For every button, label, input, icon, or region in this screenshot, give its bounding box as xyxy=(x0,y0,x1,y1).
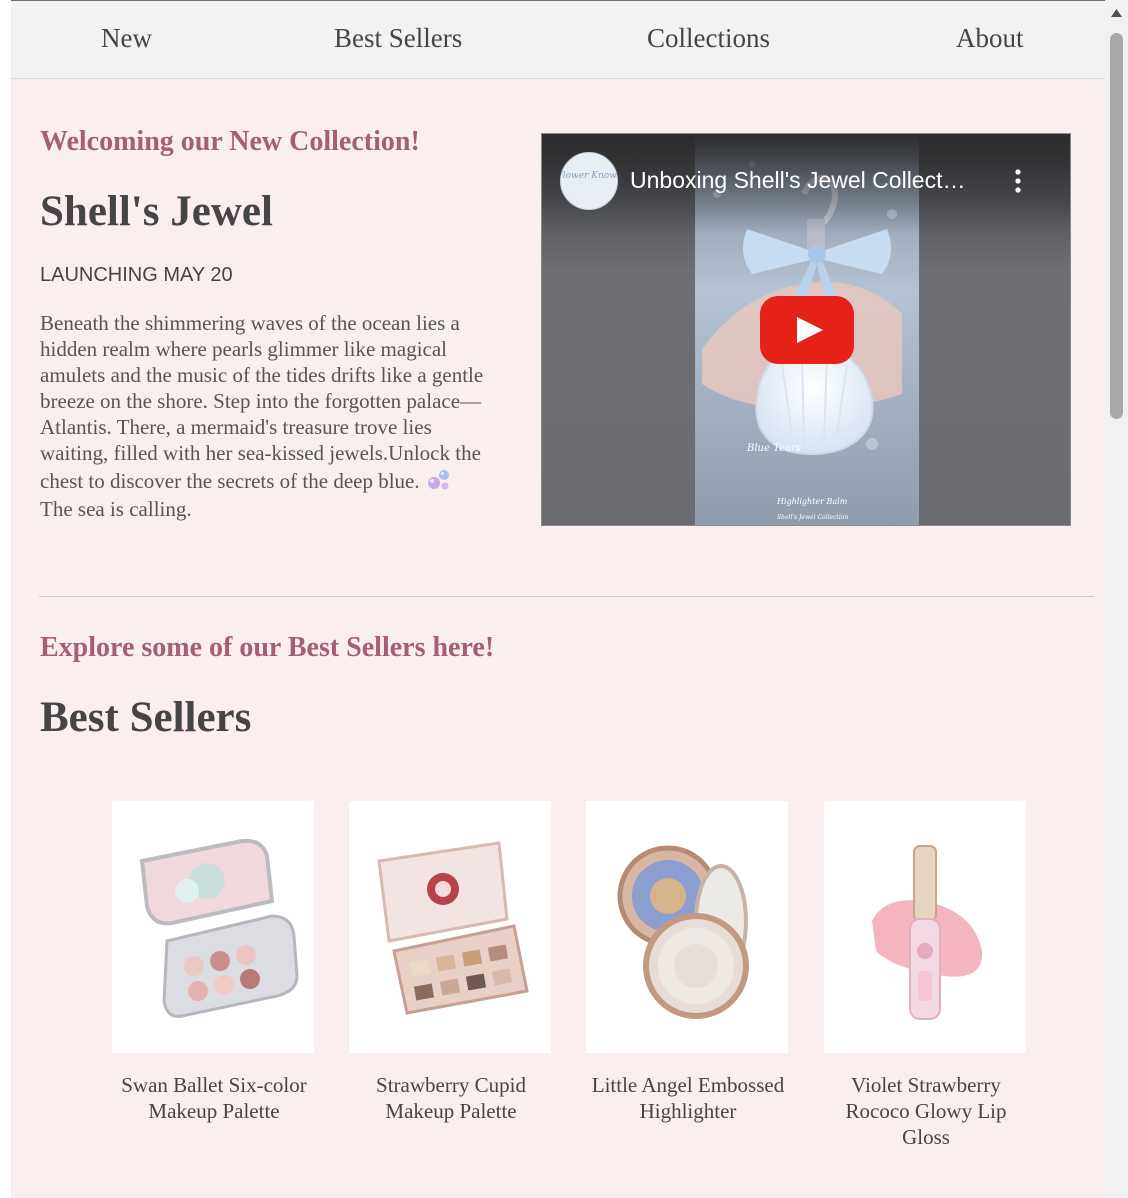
description-line: amulets and the music of the tides drift… xyxy=(40,363,484,387)
product-name[interactable]: Little Angel Embossed Highlighter xyxy=(586,1072,790,1124)
top-nav: New Best Sellers Collections About xyxy=(11,1,1105,79)
description-line: chest to discover the secrets of the dee… xyxy=(40,469,420,493)
product-card[interactable]: Little Angel Embossed Highlighter xyxy=(586,801,790,1124)
product-image-frame[interactable] xyxy=(112,801,314,1053)
description-line: waiting, filled with her sea-kissed jewe… xyxy=(40,441,481,465)
video-overlay-text: Blue Tears xyxy=(746,443,801,454)
description-line: breeze on the shore. Step into the forgo… xyxy=(40,389,482,413)
vertical-scrollbar[interactable] xyxy=(1105,0,1128,1198)
product-card[interactable]: Violet Strawberry Rococo Glowy Lip Gloss xyxy=(824,801,1028,1150)
video-overlay-text: Shell's Jewel Collection xyxy=(777,514,848,521)
nav-item-collections[interactable]: Collections xyxy=(647,23,770,54)
description-line: The sea is calling. xyxy=(40,497,192,521)
product-image-frame[interactable] xyxy=(824,801,1026,1053)
product-name-line: Strawberry Cupid xyxy=(376,1073,526,1097)
best-sellers-title: Best Sellers xyxy=(40,694,252,741)
svg-text:Flower Knows: Flower Knows xyxy=(561,171,617,181)
product-name-line: Rococo Glowy Lip xyxy=(845,1099,1007,1123)
section-divider xyxy=(39,596,1094,597)
scroll-up-arrow-icon[interactable] xyxy=(1110,8,1123,18)
product-name-line: Makeup Palette xyxy=(148,1099,280,1123)
launch-date: LAUNCHING MAY 20 xyxy=(40,264,233,286)
nav-item-about[interactable]: About xyxy=(956,23,1024,54)
product-image-frame[interactable] xyxy=(349,801,551,1053)
description-line: hidden realm where pearls glimmer like m… xyxy=(40,337,448,361)
more-vertical-icon[interactable] xyxy=(1012,168,1024,194)
product-name-line: Gloss xyxy=(902,1125,950,1149)
product-name[interactable]: Strawberry Cupid Makeup Palette xyxy=(349,1072,553,1124)
best-sellers-kicker: Explore some of our Best Sellers here! xyxy=(40,632,495,663)
eyeshadow-palette-image xyxy=(139,838,299,1018)
description-line: Beneath the shimmering waves of the ocea… xyxy=(40,311,460,335)
page: New Best Sellers Collections About Welco… xyxy=(11,0,1105,1198)
collection-description: Beneath the shimmering waves of the ocea… xyxy=(40,310,518,522)
youtube-play-icon[interactable] xyxy=(760,296,854,364)
product-name-line: Little Angel Embossed xyxy=(591,1073,785,1097)
scrollbar-thumb[interactable] xyxy=(1110,33,1123,419)
description-line: Atlantis. There, a mermaid's treasure tr… xyxy=(40,415,432,439)
nav-item-new[interactable]: New xyxy=(101,23,152,54)
product-name-line: Makeup Palette xyxy=(385,1099,517,1123)
product-name-line: Highlighter xyxy=(639,1099,737,1123)
description-line-with-emoji: chest to discover the secrets of the dee… xyxy=(40,466,518,496)
product-card[interactable]: Strawberry Cupid Makeup Palette xyxy=(349,801,553,1124)
nav-item-best-sellers[interactable]: Best Sellers xyxy=(334,23,462,54)
product-name[interactable]: Swan Ballet Six-color Makeup Palette xyxy=(112,1072,316,1124)
makeup-palette-image xyxy=(377,841,529,1015)
video-embed[interactable]: Blue Tears Highlighter Balm Shell's Jewe… xyxy=(541,133,1071,526)
video-title[interactable]: Unboxing Shell's Jewel Collect… xyxy=(630,167,966,194)
bubbles-icon xyxy=(427,470,449,490)
product-name-line: Violet Strawberry xyxy=(851,1073,1001,1097)
product-card[interactable]: Swan Ballet Six-color Makeup Palette xyxy=(112,801,316,1124)
lip-gloss-image xyxy=(872,845,983,1020)
new-collection-kicker: Welcoming our New Collection! xyxy=(40,126,420,157)
channel-avatar[interactable]: Flower Knows xyxy=(556,152,622,210)
channel-logo: Flower Knows xyxy=(556,171,622,181)
video-overlay-text: Highlighter Balm xyxy=(776,497,848,506)
product-name[interactable]: Violet Strawberry Rococo Glowy Lip Gloss xyxy=(824,1072,1028,1150)
collection-title: Shell's Jewel xyxy=(40,188,273,235)
compact-highlighter-image xyxy=(617,845,749,1019)
product-name-line: Swan Ballet Six-color xyxy=(121,1073,307,1097)
product-image-frame[interactable] xyxy=(586,801,788,1053)
